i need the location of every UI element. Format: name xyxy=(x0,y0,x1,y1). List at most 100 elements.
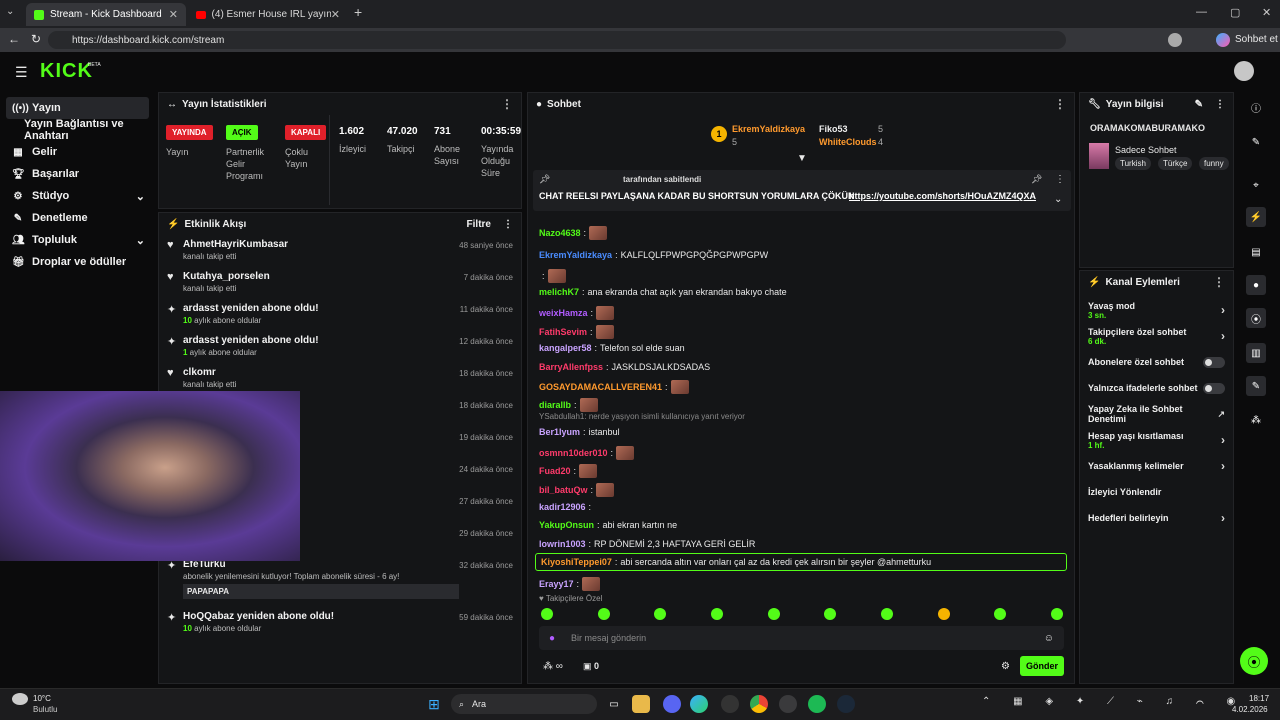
chat-username[interactable]: YakupOnsun xyxy=(539,520,594,530)
steam-icon[interactable] xyxy=(837,695,855,713)
toggle-switch[interactable] xyxy=(1203,382,1225,394)
wrench-icon[interactable]: ✎ xyxy=(1246,376,1266,396)
github-icon[interactable] xyxy=(721,695,739,713)
tab-youtube[interactable]: (4) Esmer House IRL yayın derleme✕ xyxy=(188,3,348,26)
chat-username[interactable]: Ber1lyum xyxy=(539,427,580,437)
sidebar-item-topluluk[interactable]: 👥︎ Topluluk ⌄ xyxy=(0,229,155,251)
chat-username[interactable]: weixHamza xyxy=(539,308,588,318)
live-button[interactable]: ⦿ xyxy=(1240,647,1268,675)
maximize-button[interactable]: ▢ xyxy=(1230,6,1240,19)
chat-username[interactable]: lowrin1003 xyxy=(539,539,586,549)
tab-kick-dashboard[interactable]: Stream - Kick Dashboard ✕ xyxy=(26,3,186,26)
channel-action-item[interactable]: Yasaklanmış kelimeler › xyxy=(1080,453,1233,479)
chat-message[interactable]: BarryAllenfpss: JASKLDSJALKDSADAS xyxy=(539,362,710,372)
channel-action-item[interactable]: Abonelere özel sohbet xyxy=(1080,349,1233,375)
emote-icon[interactable] xyxy=(541,608,553,620)
activity-item[interactable]: ✦ ardasst yeniden abone oldu! 1 aylık abon… xyxy=(159,331,521,363)
weather-icon[interactable] xyxy=(12,693,28,705)
chat-message[interactable]: Erayy17: xyxy=(539,577,601,591)
emoji-icon[interactable]: ☺ xyxy=(1044,633,1054,644)
new-tab-button[interactable]: + xyxy=(354,4,362,20)
chat-message[interactable]: GOSAYDAMACALLVEREN41: xyxy=(539,380,689,394)
chat-message[interactable]: EkremYaldizkaya: KALFLQLFPWPGPQĞPGPWPGPW xyxy=(539,250,768,260)
chat-username[interactable]: osmnn10der010 xyxy=(539,448,608,458)
chat-message[interactable]: Ber1lyum: istanbul xyxy=(539,427,620,437)
chat-message[interactable]: weixHamza: xyxy=(539,306,615,320)
microphone-icon[interactable]: ● xyxy=(549,633,555,644)
sidebar-item-denetleme[interactable]: ✎ Denetleme xyxy=(0,207,155,229)
sidebar-item-stream-key[interactable]: Yayın Bağlantısı ve Anahtarı xyxy=(0,118,155,142)
filter-button[interactable]: Filtre xyxy=(467,219,491,230)
copilot-icon[interactable] xyxy=(1216,33,1230,47)
chat-message[interactable]: YakupOnsun: abi ekran kartın ne xyxy=(539,520,677,530)
activity-item[interactable]: ♥ Kutahya_porselen kanalı takip etti 7 daki… xyxy=(159,267,521,299)
sidebar-item-yayin[interactable]: ((•)) Yayın xyxy=(6,97,149,119)
channel-action-item[interactable]: Takipçilere özel sohbet 6 dk. › xyxy=(1080,323,1233,349)
channel-action-item[interactable]: Hedefleri belirleyin › xyxy=(1080,505,1233,531)
lightning-icon[interactable]: ⚡ xyxy=(1246,207,1266,227)
clock-date[interactable]: 4.02.2026 xyxy=(1232,705,1268,714)
task-view-icon[interactable]: ▭ xyxy=(605,695,623,713)
profile-avatar-icon[interactable] xyxy=(1168,33,1182,47)
chat-message[interactable]: : xyxy=(539,269,566,283)
activity-item[interactable]: ✦ EfeTurku abonelik yenilemesini kutluyor!… xyxy=(159,555,521,607)
chat-message[interactable]: lowrin1003: RP DÖNEMİ 2,3 HAFTAYA GERİ GE… xyxy=(539,539,755,549)
top-user-1[interactable]: EkremYaldizkaya xyxy=(732,124,805,134)
chat-message[interactable]: Fuad20: xyxy=(539,464,598,478)
close-icon[interactable]: ✕ xyxy=(169,8,178,21)
channel-action-item[interactable]: Hesap yaşı kısıtlaması 1 hf. › xyxy=(1080,427,1233,453)
chat-with-copilot-label[interactable]: Sohbet et xyxy=(1235,34,1278,45)
pinned-link[interactable]: https://youtube.com/shorts/HOuAZMZ4QXA xyxy=(849,191,1036,201)
file-explorer-icon[interactable] xyxy=(632,695,650,713)
tag-turkce[interactable]: Türkçe xyxy=(1158,157,1193,170)
emote-icon[interactable] xyxy=(597,608,610,620)
activity-item[interactable]: ✦ HoQQabaz yeniden abone oldu! 10 aylık ab… xyxy=(159,607,521,639)
more-options-icon[interactable]: ⋮ xyxy=(1054,97,1066,111)
chat-message[interactable]: melichK7: ana ekranda chat açık yan ekran… xyxy=(539,287,787,297)
sidebar-item-gelir[interactable]: ▦ Gelir xyxy=(0,141,155,163)
chat-username[interactable]: bil_batuQw xyxy=(539,485,588,495)
tag-funny[interactable]: funny xyxy=(1199,157,1229,170)
unpin-icon[interactable]: 📌︎ xyxy=(1031,174,1042,185)
chat-message[interactable]: Nazo4638: xyxy=(539,226,608,240)
chat-settings-icon[interactable]: ⚙ xyxy=(1001,661,1010,672)
sidebar-item-droplar[interactable]: 🎁︎ Droplar ve ödüller xyxy=(0,251,155,273)
window-close-button[interactable]: ✕ xyxy=(1262,6,1271,19)
chat-username[interactable]: EkremYaldizkaya xyxy=(539,250,612,260)
chat-username[interactable]: BarryAllenfpss xyxy=(539,362,603,372)
chrome-icon[interactable] xyxy=(750,695,768,713)
chat-username[interactable]: KiyoshiTeppei07 xyxy=(541,557,612,567)
taskbar-search[interactable]: ⌕ Ara xyxy=(451,694,597,714)
toggle-switch[interactable] xyxy=(1203,356,1225,368)
refresh-icon[interactable]: ↻ xyxy=(31,32,41,46)
chat-username[interactable]: Nazo4638 xyxy=(539,228,581,238)
chat-username[interactable]: diarallb xyxy=(539,400,571,410)
system-tray[interactable]: ⌃ ▦ ◈ ✦ ⟋ ⌁ ♫ ⌒ ◉ xyxy=(982,696,1245,707)
layout-icon[interactable]: ▥ xyxy=(1246,343,1266,363)
clock-time[interactable]: 18:17 xyxy=(1249,694,1269,703)
chat-username[interactable]: GOSAYDAMACALLVEREN41 xyxy=(539,382,662,392)
chat-username[interactable]: melichK7 xyxy=(539,287,579,297)
chat-message[interactable]: FatihSevim: xyxy=(539,325,614,339)
chat-username[interactable]: Fuad20 xyxy=(539,466,571,476)
users-icon[interactable]: ⁂ xyxy=(1246,410,1266,430)
tag-turkish[interactable]: Turkish xyxy=(1115,157,1151,170)
kick-logo[interactable]: KICK xyxy=(40,60,93,83)
emote-icon[interactable] xyxy=(1050,608,1063,620)
emote-icon[interactable] xyxy=(824,608,837,620)
chat-message[interactable]: diarallb: xyxy=(539,398,598,412)
expand-icon[interactable]: ▼ xyxy=(797,153,807,164)
chat-message[interactable]: kadir12906: xyxy=(539,502,591,512)
url-field[interactable]: https://dashboard.kick.com/stream xyxy=(48,31,1066,49)
chat-message[interactable]: bil_batuQw: xyxy=(539,483,615,497)
emote-icon[interactable] xyxy=(710,608,723,620)
app-icon[interactable] xyxy=(779,695,797,713)
chat-username[interactable]: Erayy17 xyxy=(539,579,574,589)
sidebar-item-studyo[interactable]: ⚙ Stüdyo ⌄ xyxy=(0,185,155,207)
broadcast-icon[interactable]: ⦿ xyxy=(1246,308,1266,328)
close-icon[interactable]: ✕ xyxy=(331,8,340,21)
edit-icon[interactable]: ✎ xyxy=(1195,99,1203,110)
back-arrow-icon[interactable]: ← xyxy=(8,32,20,46)
emote-icon[interactable] xyxy=(880,608,893,620)
tab-list-chevron-icon[interactable]: ⌄ xyxy=(6,6,14,17)
